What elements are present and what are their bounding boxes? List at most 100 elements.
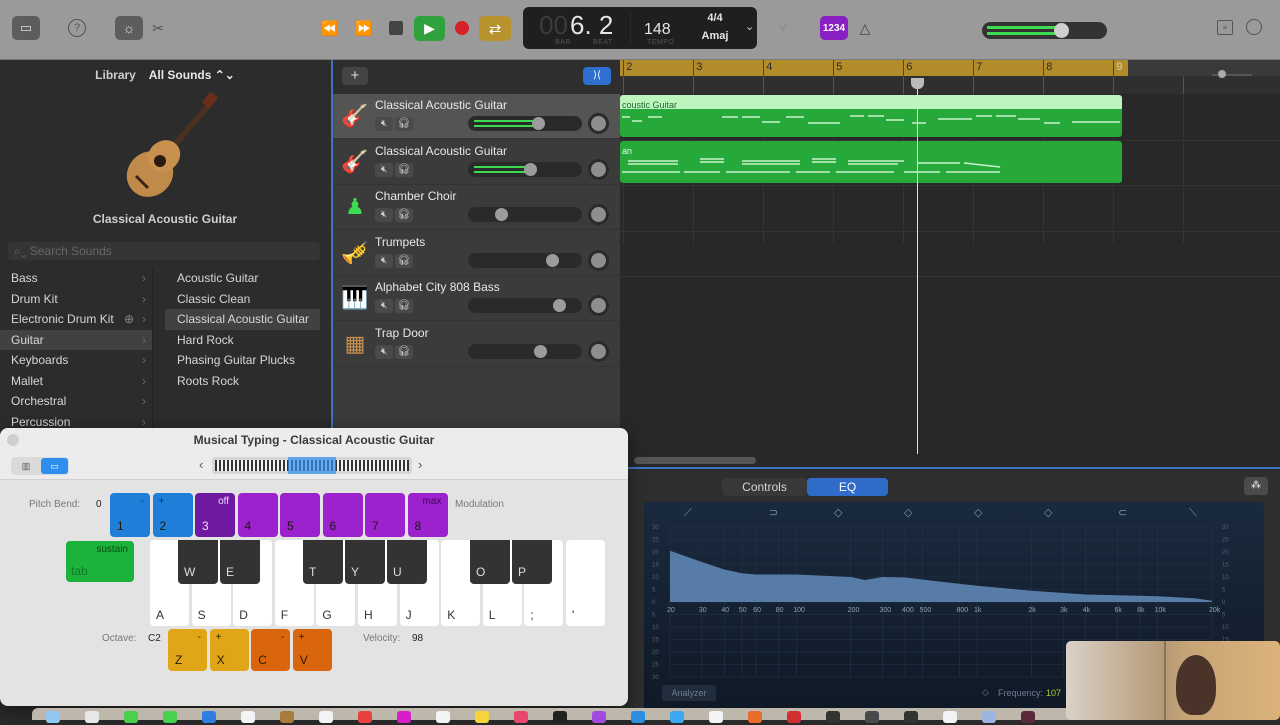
mute-button[interactable]: 🔇︎ <box>375 253 393 268</box>
eq-band-handle-icon[interactable]: ⊃ <box>769 507 778 519</box>
dock-app-icon[interactable] <box>1021 711 1035 723</box>
track-header[interactable]: 🎸 Classical Acoustic Guitar 🔇︎ 🎧︎ <box>333 94 622 139</box>
eq-band-handle-icon[interactable]: ◇ <box>904 507 913 519</box>
catch-playhead-button[interactable]: ⟩⟨ <box>583 67 611 85</box>
tempo-value[interactable]: 148 <box>644 21 671 39</box>
dock-app-icon[interactable] <box>124 711 138 723</box>
category-item[interactable]: Drum Kit › <box>0 289 152 310</box>
pan-knob[interactable] <box>588 295 609 316</box>
midi-region[interactable]: coustic Guitar <box>620 95 1122 137</box>
track-volume-slider[interactable] <box>468 252 582 268</box>
dock-app-icon[interactable] <box>709 711 723 723</box>
black-piano-key[interactable]: Y <box>345 540 385 584</box>
track-volume-slider[interactable] <box>468 343 582 359</box>
frequency-value[interactable]: 107 <box>1046 688 1061 698</box>
cycle-button[interactable]: ⇄ <box>479 16 511 41</box>
volume-knob[interactable] <box>552 299 566 312</box>
sustain-key[interactable]: sustain tab <box>66 541 134 582</box>
black-piano-key[interactable]: P <box>512 540 552 584</box>
key-signature[interactable]: Amaj <box>697 30 733 42</box>
horizontal-scrollbar[interactable] <box>634 457 756 464</box>
dock-app-icon[interactable] <box>670 711 684 723</box>
dock-app-icon[interactable] <box>826 711 840 723</box>
volume-knob[interactable] <box>546 253 559 267</box>
mute-button[interactable]: 🔇︎ <box>375 117 393 131</box>
track-header[interactable]: ▦ Trap Door 🔇︎ 🎧︎ <box>333 322 622 367</box>
patch-item[interactable]: Classic Clean <box>165 289 320 310</box>
track-header[interactable]: 🎹 Alphabet City 808 Bass 🔇︎ 🎧︎ <box>333 276 622 321</box>
solo-headphones-button[interactable]: 🎧︎ <box>395 299 413 313</box>
playhead[interactable] <box>911 78 925 454</box>
dock-app-icon[interactable] <box>436 711 450 723</box>
help-button[interactable]: ? <box>68 19 86 37</box>
volume-knob[interactable] <box>531 117 545 130</box>
black-piano-key[interactable]: E <box>220 540 260 584</box>
patch-item[interactable]: Classical Acoustic Guitar <box>165 309 320 330</box>
solo-headphones-button[interactable]: 🎧︎ <box>395 253 413 268</box>
download-icon[interactable]: ⊕ <box>124 309 134 330</box>
white-piano-key[interactable]: ' <box>566 540 605 626</box>
category-item[interactable]: Mallet › <box>0 371 152 392</box>
dock-app-icon[interactable] <box>943 711 957 723</box>
volume-knob[interactable] <box>534 344 548 358</box>
track-header[interactable]: 🎸 Classical Acoustic Guitar 🔇︎ 🎧︎ <box>333 140 622 185</box>
number-key[interactable]: 6 <box>322 493 363 537</box>
dock-app-icon[interactable] <box>982 711 996 723</box>
smart-controls-button[interactable]: ☼ <box>115 16 143 40</box>
octave-velocity-key[interactable]: + X <box>209 629 249 671</box>
category-item[interactable]: Orchestral › <box>0 391 152 412</box>
track-volume-slider[interactable] <box>468 116 582 131</box>
typing-view-button[interactable]: ▭ <box>41 458 68 474</box>
lcd-chevron-down-icon[interactable]: ⌄ <box>745 20 754 33</box>
mute-button[interactable]: 🔇︎ <box>375 208 393 222</box>
dock-app-icon[interactable] <box>397 711 411 723</box>
dock-app-icon[interactable] <box>85 711 99 723</box>
volume-knob[interactable] <box>523 162 537 176</box>
dock-app-icon[interactable] <box>592 711 606 723</box>
dock-app-icon[interactable] <box>475 711 489 723</box>
black-piano-key[interactable]: O <box>470 540 510 584</box>
solo-headphones-button[interactable]: 🎧︎ <box>395 344 413 359</box>
loop-browser-button[interactable] <box>1246 19 1262 35</box>
track-header[interactable]: 🎺 Trumpets 🔇︎ 🎧︎ <box>333 231 622 276</box>
dock-app-icon[interactable] <box>163 711 177 723</box>
category-item[interactable]: Guitar › <box>0 329 152 350</box>
play-button[interactable]: ▶ <box>414 16 445 41</box>
arrange-area[interactable]: 2345678910 coustic Guitar an <box>620 60 1280 469</box>
number-key[interactable]: - 1 <box>110 493 150 537</box>
dock-app-icon[interactable] <box>865 711 879 723</box>
number-key[interactable]: 5 <box>280 493 320 537</box>
volume-knob[interactable] <box>495 208 509 221</box>
dock-app-icon[interactable] <box>748 711 762 723</box>
master-volume-knob[interactable] <box>1054 23 1069 38</box>
library-filter-select[interactable]: All Sounds ⌃⌄ <box>149 68 235 82</box>
rewind-button[interactable]: ⏪ <box>318 19 342 37</box>
dock-app-icon[interactable] <box>280 711 294 723</box>
eq-band-handle-icon[interactable]: ◇ <box>834 507 843 519</box>
category-item[interactable]: Electronic Drum Kit ⊕ › <box>0 309 152 330</box>
solo-headphones-button[interactable]: 🎧︎ <box>395 162 413 177</box>
record-button[interactable] <box>455 21 469 35</box>
pan-knob[interactable] <box>588 113 609 134</box>
number-key[interactable]: max 8 <box>407 493 448 537</box>
piano-view-button[interactable]: ▥ <box>14 459 38 473</box>
time-signature[interactable]: 4/4 <box>701 12 729 24</box>
mute-button[interactable]: 🔇︎ <box>375 299 393 313</box>
track-volume-slider[interactable] <box>468 298 582 313</box>
number-key[interactable]: + 2 <box>152 493 193 537</box>
zoom-slider[interactable] <box>1212 70 1252 78</box>
pan-knob[interactable] <box>588 249 609 271</box>
patch-item[interactable]: Roots Rock <box>165 371 320 392</box>
mute-button[interactable]: 🔇︎ <box>375 162 393 177</box>
add-track-button[interactable]: + <box>342 67 368 85</box>
dock-app-icon[interactable] <box>553 711 567 723</box>
black-piano-key[interactable]: T <box>303 540 343 584</box>
number-key[interactable]: 4 <box>237 493 278 537</box>
track-volume-slider[interactable] <box>468 207 582 222</box>
keyboard-range-overview[interactable] <box>212 457 412 474</box>
dock-app-icon[interactable] <box>514 711 528 723</box>
octave-left-arrow[interactable]: ‹ <box>199 457 203 472</box>
number-key[interactable]: off 3 <box>195 493 235 537</box>
dock-app-icon[interactable] <box>358 711 372 723</box>
eq-band-handle-icon[interactable]: ◇ <box>1044 507 1053 519</box>
